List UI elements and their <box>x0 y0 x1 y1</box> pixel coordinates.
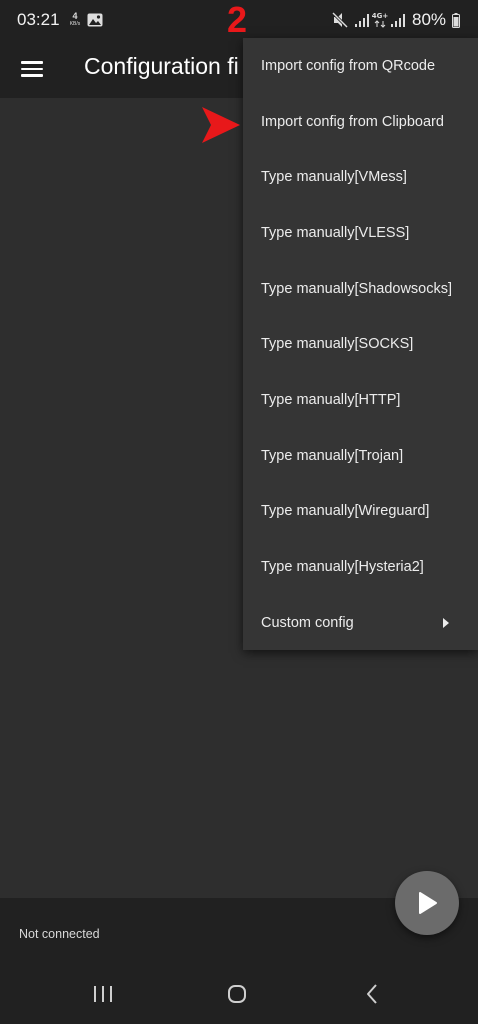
system-nav-bar <box>0 962 478 1024</box>
menu-item-label: Import config from Clipboard <box>261 113 444 130</box>
network-type-icon: 4G+ <box>372 12 388 28</box>
back-button[interactable] <box>352 980 392 1008</box>
menu-item-import-clipboard[interactable]: Import config from Clipboard <box>243 94 478 150</box>
page-title: Configuration fi <box>84 53 239 79</box>
home-button[interactable] <box>217 980 257 1008</box>
annotation-step-number: 2 <box>227 0 248 40</box>
chevron-right-icon <box>443 617 449 628</box>
hamburger-menu-icon[interactable] <box>12 49 52 89</box>
network-speed-unit: KB/s <box>69 21 81 27</box>
annotation-arrow-icon <box>202 107 240 143</box>
battery-icon <box>452 13 460 28</box>
mute-icon <box>332 12 348 28</box>
signal-strength-icon <box>355 14 369 27</box>
menu-item-label: Type manually[VLESS] <box>261 224 410 241</box>
menu-item-type-wireguard[interactable]: Type manually[Wireguard] <box>243 484 478 540</box>
connect-fab-button[interactable] <box>395 871 459 935</box>
menu-item-label: Type manually[Trojan] <box>261 447 404 464</box>
network-speed-value: 4 <box>72 11 78 21</box>
menu-item-type-hysteria2[interactable]: Type manually[Hysteria2] <box>243 539 478 595</box>
recent-apps-icon <box>94 986 112 1002</box>
network-type-label: 4G+ <box>372 12 388 20</box>
menu-item-label: Type manually[HTTP] <box>261 391 401 408</box>
home-icon <box>228 985 246 1003</box>
menu-item-type-trojan[interactable]: Type manually[Trojan] <box>243 428 478 484</box>
menu-item-type-http[interactable]: Type manually[HTTP] <box>243 372 478 428</box>
connection-status[interactable]: Not connected <box>19 927 100 941</box>
menu-item-label: Type manually[Hysteria2] <box>261 559 424 576</box>
signal-strength-2-icon <box>391 14 405 27</box>
menu-item-label: Type manually[SOCKS] <box>261 336 414 353</box>
menu-item-label: Import config from QRcode <box>261 57 436 74</box>
menu-item-custom-config[interactable]: Custom config <box>243 595 478 651</box>
menu-item-type-vmess[interactable]: Type manually[VMess] <box>243 149 478 205</box>
add-config-menu: Import config from QRcode Import config … <box>243 38 478 650</box>
menu-item-import-qrcode[interactable]: Import config from QRcode <box>243 38 478 94</box>
back-icon <box>367 984 377 1004</box>
recent-apps-button[interactable] <box>83 980 123 1008</box>
network-speed-indicator: 4 KB/s <box>66 12 84 27</box>
gallery-notification-icon <box>87 13 103 27</box>
menu-item-label: Custom config <box>261 614 354 631</box>
menu-item-type-shadowsocks[interactable]: Type manually[Shadowsocks] <box>243 261 478 317</box>
play-icon <box>419 892 437 914</box>
menu-item-label: Type manually[Wireguard] <box>261 503 430 520</box>
menu-item-label: Type manually[Shadowsocks] <box>261 280 453 297</box>
menu-item-type-socks[interactable]: Type manually[SOCKS] <box>243 316 478 372</box>
menu-item-label: Type manually[VMess] <box>261 169 407 186</box>
battery-percentage: 80% <box>412 10 447 29</box>
status-time: 03:21 <box>17 10 60 29</box>
menu-item-type-vless[interactable]: Type manually[VLESS] <box>243 205 478 261</box>
